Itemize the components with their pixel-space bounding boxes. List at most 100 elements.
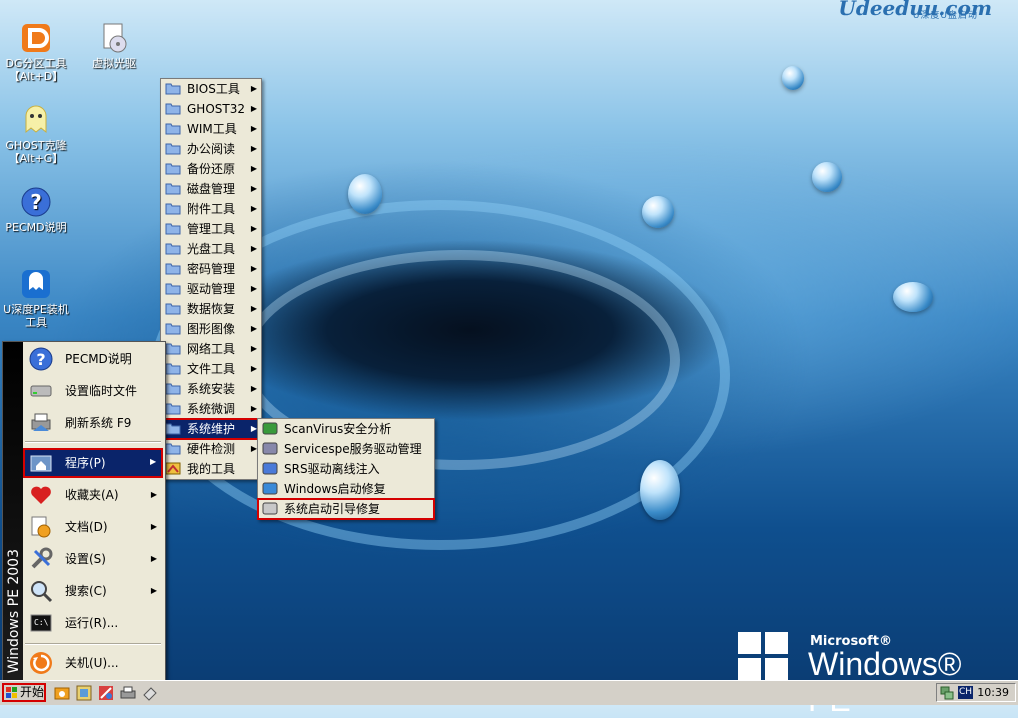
start-menu-separator [25,441,161,443]
start-item-label: 搜索(C) [65,584,107,598]
refresh-printer-icon [31,413,51,431]
programs-menu-item[interactable]: 文件工具 ▶ [161,359,261,379]
run-icon: C:\ [30,614,52,632]
cdrom-icon [103,23,127,53]
programs-menu-label: 附件工具 [187,202,236,216]
submenu-arrow-icon: ▶ [250,384,257,393]
programs-menu-item[interactable]: 备份还原 ▶ [161,159,261,179]
start-item-search[interactable]: 搜索(C) ▶ [23,576,163,606]
programs-menu-item[interactable]: 硬件检测 ▶ [161,439,261,459]
programs-menu-item[interactable]: GHOST32 ▶ [161,99,261,119]
maintenance-menu-label: SRS驱动离线注入 [284,462,380,476]
submenu-arrow-icon: ▶ [250,84,257,93]
programs-menu-label: 文件工具 [187,362,236,376]
windows-logo-icon [738,632,788,680]
desktop-icon-label: U深度PE装机工具 [3,303,69,329]
maintenance-menu: ScanVirus安全分析 Servicespe服务驱动管理 SRS驱动离线注入 Wi… [257,418,435,520]
desktop-icon-ghost[interactable]: GHOST克隆【Alt+G】 [0,104,72,165]
desktop-icon-dg-partition[interactable]: DG分区工具【Alt+D】 [0,22,72,83]
programs-menu-label: 我的工具 [187,462,236,476]
eraser-icon[interactable] [142,685,158,701]
submenu-arrow-icon: ▶ [250,344,257,353]
start-menu: Windows PE 2003 ? PECMD说明 设置临时文件 刷新系统 F9… [2,341,166,682]
folder-icon [165,243,181,255]
explorer-icon[interactable] [54,685,70,701]
programs-menu-item[interactable]: 系统维护 ▶ [160,418,262,440]
programs-menu-item[interactable]: 密码管理 ▶ [161,259,261,279]
start-item-shutdown[interactable]: 关机(U)... [23,648,163,678]
programs-menu-label: 硬件检测 [187,442,236,456]
programs-menu-item[interactable]: 附件工具 ▶ [161,199,261,219]
programs-menu-item[interactable]: 数据恢复 ▶ [161,299,261,319]
start-item-documents[interactable]: 文档(D) ▶ [23,512,163,542]
help-icon: ? [21,187,51,217]
image-icon[interactable] [76,685,92,701]
programs-menu-label: 密码管理 [187,262,236,276]
dg-icon [22,24,50,52]
programs-menu-item[interactable]: 光盘工具 ▶ [161,239,261,259]
water-drop [642,196,674,228]
programs-menu-label: 办公阅读 [187,142,236,156]
start-item-label: 运行(R)... [65,616,119,630]
folder-icon [165,403,181,415]
programs-menu-item[interactable]: 系统微调 ▶ [161,399,261,419]
start-item-label: 收藏夹(A) [65,488,119,502]
programs-menu-item[interactable]: 网络工具 ▶ [161,339,261,359]
start-item-programs[interactable]: 程序(P) [23,448,163,478]
start-item-temp-files[interactable]: 设置临时文件 [23,376,163,406]
programs-menu-item[interactable]: 办公阅读 ▶ [161,139,261,159]
printer-icon[interactable] [120,685,136,701]
start-item-run[interactable]: C:\ 运行(R)... [23,608,163,638]
udeep-icon [22,270,50,298]
programs-menu-label: 数据恢复 [187,302,236,316]
folder-icon [165,443,181,455]
folder-icon [165,323,181,335]
svg-text:C:\: C:\ [34,618,49,627]
submenu-arrow-icon: ▶ [250,164,257,173]
programs-menu-item[interactable]: 磁盘管理 ▶ [161,179,261,199]
submenu-arrow-icon: ▶ [150,586,157,595]
language-indicator[interactable]: CH [958,686,973,699]
start-item-pecmd-help[interactable]: ? PECMD说明 [23,344,163,374]
programs-menu-item[interactable]: 我的工具 [161,459,261,479]
system-tray: CH 10:39 [936,683,1016,702]
start-button[interactable]: 开始 [2,683,46,702]
start-item-settings[interactable]: 设置(S) ▶ [23,544,163,574]
programs-menu-item[interactable]: 图形图像 ▶ [161,319,261,339]
submenu-arrow-icon: ▶ [250,124,257,133]
maintenance-menu-item[interactable]: 系统启动引导修复 [257,498,435,520]
programs-menu-item[interactable]: WIM工具 ▶ [161,119,261,139]
maintenance-menu-item[interactable]: Windows启动修复 [258,479,434,499]
maintenance-menu-item[interactable]: ScanVirus安全分析 [258,419,434,439]
programs-menu-item[interactable]: 系统安装 ▶ [161,379,261,399]
start-item-programs-arrow-icon: ▶ [150,457,157,466]
start-item-label: 刷新系统 F9 [65,416,132,430]
programs-menu-item[interactable]: 驱动管理 ▶ [161,279,261,299]
submenu-arrow-icon: ▶ [250,404,257,413]
start-item-refresh[interactable]: 刷新系统 F9 [23,408,163,438]
programs-menu-item[interactable]: BIOS工具 ▶ [161,79,261,99]
programs-menu-item[interactable]: 管理工具 ▶ [161,219,261,239]
desktop-icon-pecmd-help[interactable]: ? PECMD说明 [0,186,72,234]
tools-icon[interactable] [98,685,114,701]
submenu-arrow-icon: ▶ [250,144,257,153]
start-menu-band: Windows PE 2003 [3,342,23,681]
start-item-favorites[interactable]: 收藏夹(A) ▶ [23,480,163,510]
submenu-arrow-icon: ▶ [250,104,257,113]
folder-icon [165,363,181,375]
desktop-icon-virtual-drive[interactable]: 虚拟光驱 [78,22,150,70]
desktop-icon-label: GHOST克隆【Alt+G】 [5,139,67,165]
ghost-icon [25,105,47,134]
submenu-arrow-icon: ▶ [150,490,157,499]
maintenance-menu-item[interactable]: SRS驱动离线注入 [258,459,434,479]
documents-icon [31,516,51,538]
programs-menu-label: WIM工具 [187,122,237,136]
maintenance-menu-item[interactable]: Servicespe服务驱动管理 [258,439,434,459]
network-icon[interactable] [940,686,954,700]
folder-icon [165,183,181,195]
svg-text:?: ? [30,190,42,214]
desktop-icon-udeep-install[interactable]: U深度PE装机工具 [0,268,72,329]
start-item-label: PECMD说明 [65,352,132,366]
programs-menu-label: 系统维护 [187,422,236,436]
shutdown-icon [30,652,52,674]
